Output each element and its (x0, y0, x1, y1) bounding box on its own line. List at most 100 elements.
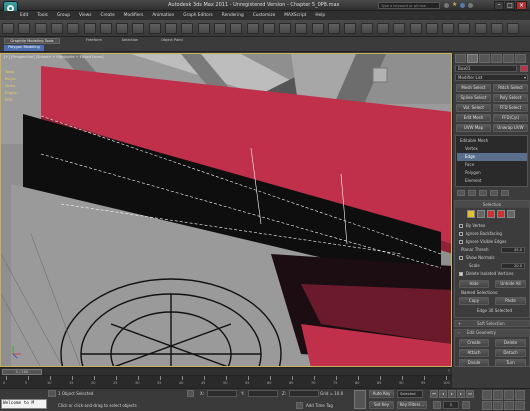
go-to-start-icon[interactable]: ⏮ (430, 390, 438, 398)
create-tab-icon[interactable] (455, 54, 466, 63)
ffd-cyl-button[interactable]: FFD(Cyl) (493, 114, 528, 122)
unlink-icon[interactable] (50, 23, 63, 34)
set-key-button[interactable]: Set Key (369, 401, 394, 409)
rendered-frame-window-icon[interactable] (491, 23, 503, 34)
add-time-tag-icon[interactable] (296, 402, 303, 409)
schematic-view-icon[interactable] (442, 23, 455, 34)
show-normals-checkbox[interactable] (459, 256, 463, 260)
menu-item-edit[interactable]: Edit (20, 13, 28, 18)
select-and-move-icon[interactable] (165, 23, 177, 34)
attach-button[interactable]: Attach (459, 349, 489, 357)
z-coordinate-field[interactable] (289, 390, 319, 397)
motion-tab-icon[interactable] (491, 54, 502, 63)
current-frame-field[interactable]: 0 (443, 401, 459, 409)
scale-field[interactable]: 20.0 (501, 263, 525, 269)
menu-item-maxscript[interactable]: MAXScript (284, 13, 306, 18)
edge-mode-icon[interactable] (477, 210, 485, 218)
create-button[interactable]: Create (459, 339, 489, 347)
remove-modifier-icon[interactable] (490, 190, 498, 196)
ignore-visible-edges-checkbox[interactable] (459, 240, 463, 244)
snaps-toggle-icon[interactable] (279, 23, 292, 34)
star-icon[interactable]: ★ (452, 2, 457, 8)
detach-button[interactable]: Detach (495, 349, 526, 357)
pin-stack-icon[interactable] (457, 190, 465, 196)
stack-item-editable-mesh[interactable]: Editable Mesh (457, 137, 527, 145)
auto-key-button[interactable]: Auto Key (369, 390, 394, 398)
element-mode-icon[interactable] (507, 210, 515, 218)
curve-editor-icon[interactable] (425, 23, 438, 34)
track-bar[interactable]: 0 5 10 15 20 25 30 35 40 45 50 55 60 65 70 75 80 85 90 95 10… (0, 375, 452, 388)
configure-sets-icon[interactable] (501, 190, 509, 196)
ribbon-tab-object-paint[interactable]: Object Paint (152, 38, 192, 44)
pan-icon[interactable] (493, 400, 503, 410)
menu-item-customize[interactable]: Customize (253, 13, 276, 18)
window-crossing-icon[interactable] (148, 23, 161, 34)
mesh-select-button[interactable]: Mesh Select (456, 84, 491, 92)
menu-item-group[interactable]: Group (57, 13, 70, 18)
maximize-viewport-icon[interactable] (515, 400, 525, 410)
object-name-field[interactable]: Box01 (455, 65, 517, 72)
binoculars-icon[interactable] (444, 3, 449, 8)
lock-icon[interactable] (187, 390, 194, 397)
rectangular-selection-icon[interactable] (132, 23, 145, 34)
field-of-view-icon[interactable] (482, 400, 492, 410)
patch-select-button[interactable]: Patch Select (493, 84, 528, 92)
zoom-extents-all-icon[interactable] (515, 390, 525, 400)
material-editor-icon[interactable] (458, 23, 471, 34)
go-to-end-icon[interactable]: ⏭ (466, 390, 474, 398)
add-time-tag-label[interactable]: Add Time Tag (306, 403, 333, 408)
utilities-tab-icon[interactable] (515, 54, 526, 63)
next-frame-icon[interactable]: ▸ (457, 390, 465, 398)
menu-item-help[interactable]: Help (315, 13, 325, 18)
help-icon[interactable] (468, 3, 473, 8)
modify-tab-icon[interactable] (467, 54, 478, 63)
key-mode-toggle-icon[interactable] (433, 401, 441, 409)
face-mode-icon[interactable] (487, 210, 495, 218)
copy-button[interactable]: Copy (459, 297, 489, 305)
object-color-swatch[interactable] (520, 65, 528, 72)
time-slider-next-icon[interactable]: › (448, 368, 450, 375)
time-config-icon[interactable] (462, 401, 470, 409)
zoom-all-icon[interactable] (493, 390, 503, 400)
menu-item-modifiers[interactable]: Modifiers (124, 13, 144, 18)
maxscript-listener[interactable]: Welcome to M (1, 399, 47, 409)
pivot-center-icon[interactable] (230, 23, 243, 34)
x-coordinate-field[interactable] (207, 390, 237, 397)
delete-isolated-checkbox[interactable] (459, 272, 463, 276)
soft-selection-rollout[interactable]: + Soft Selection (454, 320, 530, 327)
select-object-icon[interactable] (99, 23, 112, 34)
hide-button[interactable]: Hide (459, 280, 489, 288)
select-and-rotate-icon[interactable] (181, 23, 194, 34)
ribbon-tab-selection[interactable]: Selection (116, 38, 144, 44)
viewport[interactable]: [+] [Perspective] [Smooth + Highlights +… (0, 53, 452, 367)
ribbon-tab-graphite[interactable]: Graphite Modeling Tools (4, 38, 60, 44)
select-and-scale-icon[interactable] (197, 23, 210, 34)
delete-button[interactable]: Delete (495, 339, 526, 347)
stack-item-vertex[interactable]: Vertex (457, 145, 527, 153)
by-vertex-checkbox[interactable] (459, 224, 463, 228)
zoom-icon[interactable] (482, 390, 492, 400)
keyboard-shortcut-icon[interactable] (262, 23, 275, 34)
graphite-toggle-icon[interactable] (409, 23, 422, 34)
angle-snap-icon[interactable] (295, 23, 308, 34)
display-tab-icon[interactable] (503, 54, 514, 63)
edit-geometry-header[interactable]: – Edit Geometry (455, 330, 529, 337)
key-filters-button[interactable]: Key Filters... (397, 401, 427, 409)
set-key-big-icon[interactable] (354, 390, 366, 409)
divide-button[interactable]: Divide (459, 359, 489, 367)
reference-coordinate-icon[interactable] (213, 23, 226, 34)
vertex-mode-icon[interactable] (467, 210, 475, 218)
menu-item-views[interactable]: Views (79, 13, 91, 18)
show-end-result-icon[interactable] (468, 190, 476, 196)
stack-item-edge[interactable]: Edge (457, 153, 527, 161)
select-and-manipulate-icon[interactable] (246, 23, 259, 34)
stack-item-face[interactable]: Face (457, 161, 527, 169)
spline-select-button[interactable]: Spline Select (456, 94, 491, 102)
align-icon[interactable] (376, 23, 389, 34)
unhide-all-button[interactable]: Unhide All (495, 280, 526, 288)
undo-icon[interactable] (2, 23, 14, 34)
previous-frame-icon[interactable]: ◂ (439, 390, 447, 398)
select-by-name-icon[interactable] (116, 23, 129, 34)
zoom-extents-icon[interactable] (504, 390, 514, 400)
menu-item-create[interactable]: Create (100, 13, 114, 18)
